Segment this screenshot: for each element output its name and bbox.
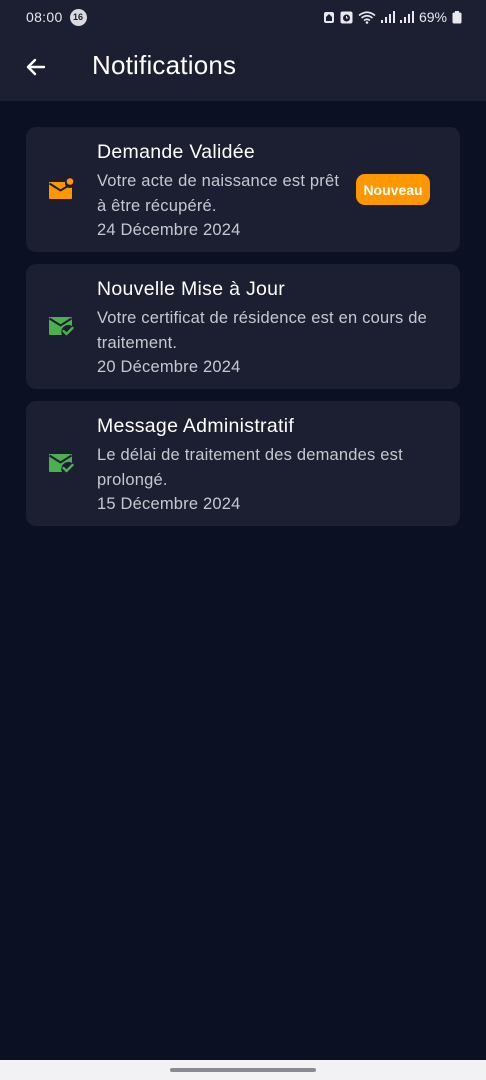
notification-card[interactable]: Demande Validée Votre acte de naissance … <box>26 127 460 252</box>
battery-icon <box>452 10 462 24</box>
app-bar: Notifications <box>0 34 486 101</box>
notification-date: 24 Décembre 2024 <box>97 221 241 239</box>
page-title: Notifications <box>92 50 237 80</box>
home-indicator[interactable] <box>170 1068 316 1072</box>
notification-message: Votre acte de naissance est prêt à être … <box>97 172 340 215</box>
notification-card[interactable]: Nouvelle Mise à Jour Votre certificat de… <box>26 264 460 389</box>
battery-percent: 69% <box>418 9 447 25</box>
notification-card[interactable]: Message Administratif Le délai de traite… <box>26 401 460 526</box>
notification-count-badge: 16 <box>69 8 87 26</box>
home-alert-icon <box>323 11 335 24</box>
signal-icon <box>380 11 395 23</box>
arrow-left-icon <box>26 58 46 76</box>
notification-message: Votre certificat de résidence est en cou… <box>97 309 428 352</box>
mark-email-unread-icon <box>48 178 74 199</box>
back-button[interactable] <box>20 51 52 83</box>
status-time: 08:00 <box>26 9 63 25</box>
status-bar: 08:00 16 69% <box>0 0 486 34</box>
alarm-icon <box>340 11 353 24</box>
notification-date: 20 Décembre 2024 <box>97 358 241 376</box>
notification-title: Message Administratif <box>97 415 295 437</box>
wifi-icon <box>358 10 376 24</box>
system-navigation-bar <box>0 1060 486 1080</box>
new-badge: Nouveau <box>356 174 430 205</box>
notification-title: Nouvelle Mise à Jour <box>97 278 286 300</box>
mark-email-read-icon <box>48 454 74 473</box>
notification-date: 15 Décembre 2024 <box>97 495 241 513</box>
notification-title: Demande Validée <box>97 141 256 163</box>
notification-list: Demande Validée Votre acte de naissance … <box>26 127 460 538</box>
notification-message: Le délai de traitement des demandes est … <box>97 446 403 489</box>
mark-email-read-icon <box>48 317 74 336</box>
signal-icon-2 <box>399 11 414 23</box>
